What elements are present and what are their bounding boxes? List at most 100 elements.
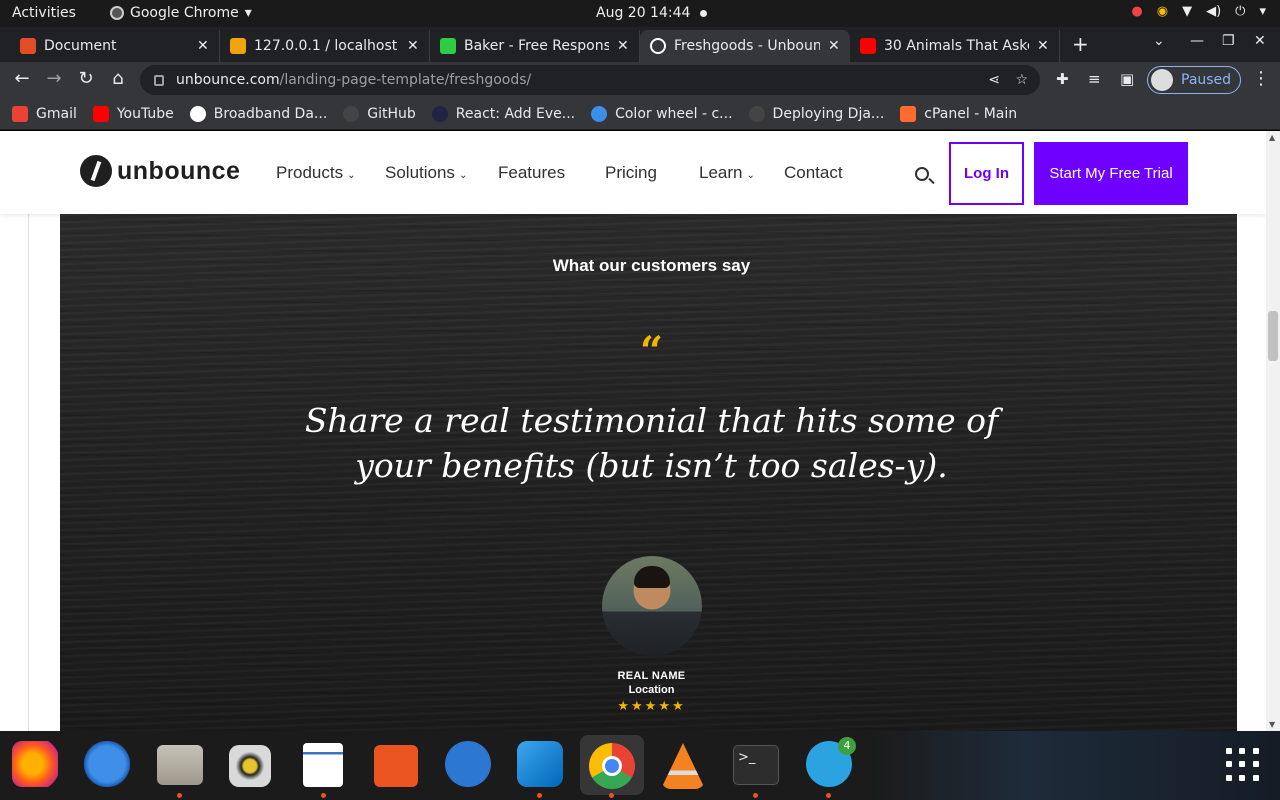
- tab-animals[interactable]: 30 Animals That Aske ✕: [850, 30, 1060, 62]
- app-menu[interactable]: Google Chrome ▾: [110, 5, 252, 21]
- home-icon[interactable]: ⌂: [106, 68, 130, 89]
- vlc-icon[interactable]: [661, 743, 705, 789]
- writer-icon[interactable]: [303, 743, 343, 787]
- tab-strip: Document ✕ 127.0.0.1 / localhost | ✕ Bak…: [0, 27, 1280, 62]
- close-tab-icon[interactable]: ✕: [1037, 38, 1049, 54]
- color-wheel-icon: [591, 105, 608, 122]
- customer-location: Location: [628, 684, 675, 696]
- rhythmbox-icon[interactable]: [229, 745, 271, 787]
- nav-learn-label: Learn: [699, 163, 743, 182]
- reload-icon[interactable]: ↻: [74, 68, 98, 89]
- power-icon[interactable]: ⏻: [1235, 4, 1245, 19]
- forward-icon[interactable]: →: [42, 68, 66, 89]
- react-icon: [431, 105, 448, 122]
- volume-icon[interactable]: ◀): [1206, 4, 1221, 19]
- tab-freshgoods[interactable]: Freshgoods - Unboun ✕: [640, 30, 850, 62]
- search-icon[interactable]: [915, 167, 929, 181]
- side-panel-icon[interactable]: ▣: [1120, 70, 1134, 88]
- tab-document[interactable]: Document ✕: [10, 30, 220, 62]
- running-indicator: [537, 793, 542, 798]
- nav-products-label: Products: [276, 163, 344, 182]
- share-icon[interactable]: ⋖: [988, 72, 1000, 88]
- bookmark-label: cPanel - Main: [924, 105, 1018, 122]
- page-scrollbar[interactable]: ▲ ▼: [1266, 131, 1280, 731]
- nav-features[interactable]: Features: [498, 163, 565, 183]
- nav-pricing[interactable]: Pricing: [605, 163, 657, 183]
- caret-down-icon: ▾: [244, 5, 252, 21]
- scrollbar-thumb[interactable]: [1268, 311, 1278, 361]
- extensions-icon[interactable]: ✚: [1056, 70, 1069, 88]
- unbounce-logo[interactable]: unbounce: [80, 155, 240, 187]
- chrome-dock-item[interactable]: [580, 735, 644, 795]
- back-icon[interactable]: ←: [10, 68, 34, 89]
- running-indicator: [321, 793, 326, 798]
- terminal-icon[interactable]: >_: [733, 745, 779, 785]
- notification-dot-icon: [700, 9, 708, 17]
- close-tab-icon[interactable]: ✕: [407, 38, 419, 54]
- close-tab-icon[interactable]: ✕: [828, 38, 840, 54]
- help-icon[interactable]: [445, 741, 491, 787]
- indicator-icon[interactable]: ●: [1131, 4, 1142, 19]
- restore-icon[interactable]: ❐: [1222, 33, 1235, 49]
- baker-icon: [440, 38, 456, 54]
- bookmark-broadband[interactable]: Broadband Da...: [189, 105, 327, 122]
- bookmark-gmail[interactable]: Gmail: [12, 105, 77, 122]
- chevron-down-icon: ⌄: [458, 170, 468, 181]
- tab-baker[interactable]: Baker - Free Responsi ✕: [430, 30, 640, 62]
- app-center-icon[interactable]: [374, 745, 418, 787]
- new-tab-button[interactable]: +: [1072, 32, 1089, 56]
- minimize-icon[interactable]: —: [1190, 33, 1204, 49]
- system-tray[interactable]: ● ◉ ▼ ◀) ⏻ ▾: [1131, 4, 1266, 19]
- google-icon: [189, 105, 206, 122]
- free-trial-button[interactable]: Start My Free Trial: [1034, 142, 1188, 205]
- bookmark-star-icon[interactable]: ☆: [1015, 72, 1028, 88]
- vscode-icon[interactable]: [517, 741, 563, 787]
- scroll-up-icon[interactable]: ▲: [1269, 133, 1275, 142]
- close-window-icon[interactable]: ✕: [1254, 33, 1266, 49]
- nav-solutions[interactable]: Solutions ⌄: [385, 163, 467, 183]
- show-apps-icon[interactable]: [1226, 748, 1260, 782]
- close-tab-icon[interactable]: ✕: [617, 38, 629, 54]
- bookmark-react[interactable]: React: Add Eve...: [431, 105, 575, 122]
- nav-products[interactable]: Products ⌄: [276, 163, 355, 183]
- close-tab-icon[interactable]: ✕: [197, 38, 209, 54]
- gmail-icon: [12, 105, 28, 122]
- login-button[interactable]: Log In: [949, 142, 1024, 205]
- customer-name: REAL NAME: [617, 670, 686, 682]
- running-indicator: [753, 793, 758, 798]
- nav-contact[interactable]: Contact: [784, 163, 843, 183]
- scroll-down-icon[interactable]: ▼: [1269, 720, 1275, 729]
- tab-search-icon[interactable]: ⌄: [1153, 33, 1165, 49]
- chrome-tray-icon[interactable]: ◉: [1157, 4, 1168, 19]
- caret-down-icon[interactable]: ▾: [1259, 4, 1266, 19]
- tab-localhost[interactable]: 127.0.0.1 / localhost | ✕: [220, 30, 430, 62]
- address-bar[interactable]: unbounce.com/landing-page-template/fresh…: [140, 65, 1040, 95]
- testimonial-section: What our customers say “ Share a real te…: [60, 214, 1237, 731]
- wifi-icon[interactable]: ▼: [1182, 4, 1192, 19]
- bookmark-github[interactable]: GitHub: [343, 105, 416, 122]
- bookmark-label: Gmail: [36, 105, 77, 122]
- section-heading: What our customers say: [552, 256, 751, 275]
- url-host: unbounce.com: [176, 72, 280, 88]
- youtube-icon: [92, 105, 109, 122]
- more-menu-icon[interactable]: ⋮: [1252, 68, 1270, 89]
- lock-icon[interactable]: [154, 74, 164, 86]
- profile-button[interactable]: Paused: [1147, 66, 1241, 94]
- files-icon[interactable]: [157, 745, 203, 785]
- nav-learn[interactable]: Learn ⌄: [699, 163, 755, 183]
- quote-icon: “: [639, 328, 663, 375]
- tab-title: 127.0.0.1 / localhost |: [254, 38, 399, 54]
- thunderbird-icon[interactable]: [84, 741, 130, 787]
- bookmark-youtube[interactable]: YouTube: [92, 105, 174, 122]
- clock[interactable]: Aug 20 14:44: [596, 5, 708, 21]
- media-control-icon[interactable]: ≡: [1088, 70, 1101, 88]
- site-header: unbounce Products ⌄ Solutions ⌄ Features P…: [0, 131, 1266, 214]
- clock-text: Aug 20 14:44: [596, 5, 691, 21]
- bookmark-cpanel[interactable]: cPanel - Main: [900, 105, 1018, 122]
- bookmark-label: GitHub: [367, 105, 416, 122]
- activities-button[interactable]: Activities: [12, 5, 76, 21]
- firefox-icon[interactable]: [12, 741, 58, 787]
- bookmark-deploying-django[interactable]: Deploying Dja...: [748, 105, 884, 122]
- bookmark-color-wheel[interactable]: Color wheel - c...: [591, 105, 733, 122]
- tab-title: Baker - Free Responsi: [464, 38, 609, 54]
